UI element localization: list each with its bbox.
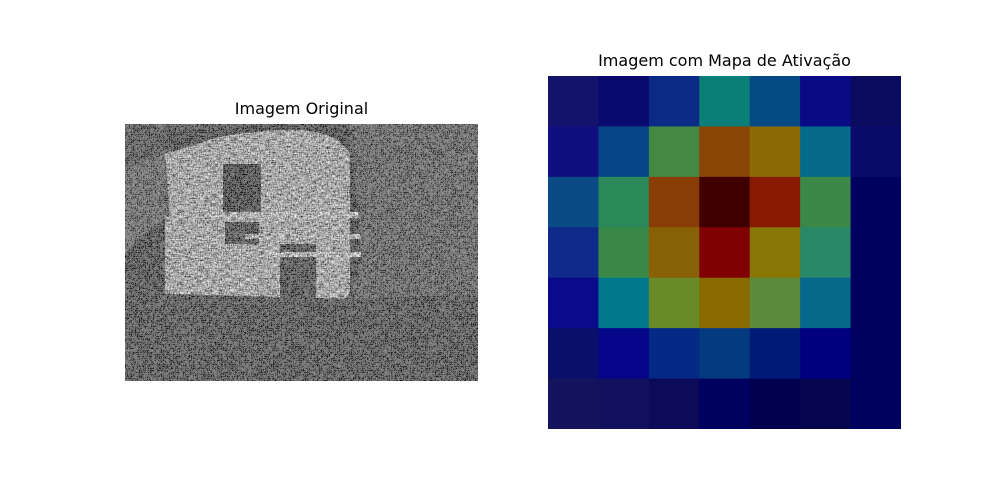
activation-cell (648, 328, 700, 380)
activation-cell (749, 76, 801, 128)
activation-cell (850, 378, 901, 429)
activation-cell (598, 76, 650, 128)
activation-cell (648, 126, 700, 178)
activation-cell (850, 126, 901, 178)
activation-cell (548, 328, 600, 380)
activation-cell (850, 227, 901, 279)
activation-cell (548, 227, 600, 279)
activation-cell (800, 328, 852, 380)
activation-cell (850, 176, 901, 228)
activation-cell (648, 76, 700, 128)
activation-cell (598, 277, 650, 329)
activation-cell (800, 378, 852, 429)
activation-cell (699, 227, 751, 279)
activation-cell (749, 227, 801, 279)
activation-cell (598, 126, 650, 178)
activation-cell (850, 277, 901, 329)
activation-cell (699, 328, 751, 380)
activation-cell (548, 126, 600, 178)
activation-cell (598, 176, 650, 228)
activation-cell (598, 227, 650, 279)
activation-cell (749, 126, 801, 178)
activation-cell (699, 277, 751, 329)
original-image-title: Imagem Original (234, 99, 369, 118)
activation-cell (749, 277, 801, 329)
activation-cell (548, 176, 600, 228)
activation-cell (598, 378, 650, 429)
activation-cell (800, 76, 852, 128)
activation-cell (800, 176, 852, 228)
activation-cell (648, 227, 700, 279)
activation-cell (548, 277, 600, 329)
activation-cell (598, 328, 650, 380)
activation-cell (800, 227, 852, 279)
activation-cell (548, 76, 600, 128)
activation-cell (548, 378, 600, 429)
activation-cell (699, 176, 751, 228)
activation-map-title: Imagem com Mapa de Ativação (598, 51, 851, 70)
activation-cell (749, 176, 801, 228)
activation-map-image (548, 76, 901, 429)
activation-cell (749, 328, 801, 380)
activation-cell (800, 126, 852, 178)
activation-cell (850, 76, 901, 128)
activation-cell (648, 176, 700, 228)
activation-cell (800, 277, 852, 329)
activation-cell (648, 378, 700, 429)
activation-cell (699, 126, 751, 178)
activation-cell (699, 76, 751, 128)
original-image (125, 124, 478, 381)
activation-cell (699, 378, 751, 429)
activation-cell (648, 277, 700, 329)
activation-cell (749, 378, 801, 429)
activation-cell (850, 328, 901, 380)
